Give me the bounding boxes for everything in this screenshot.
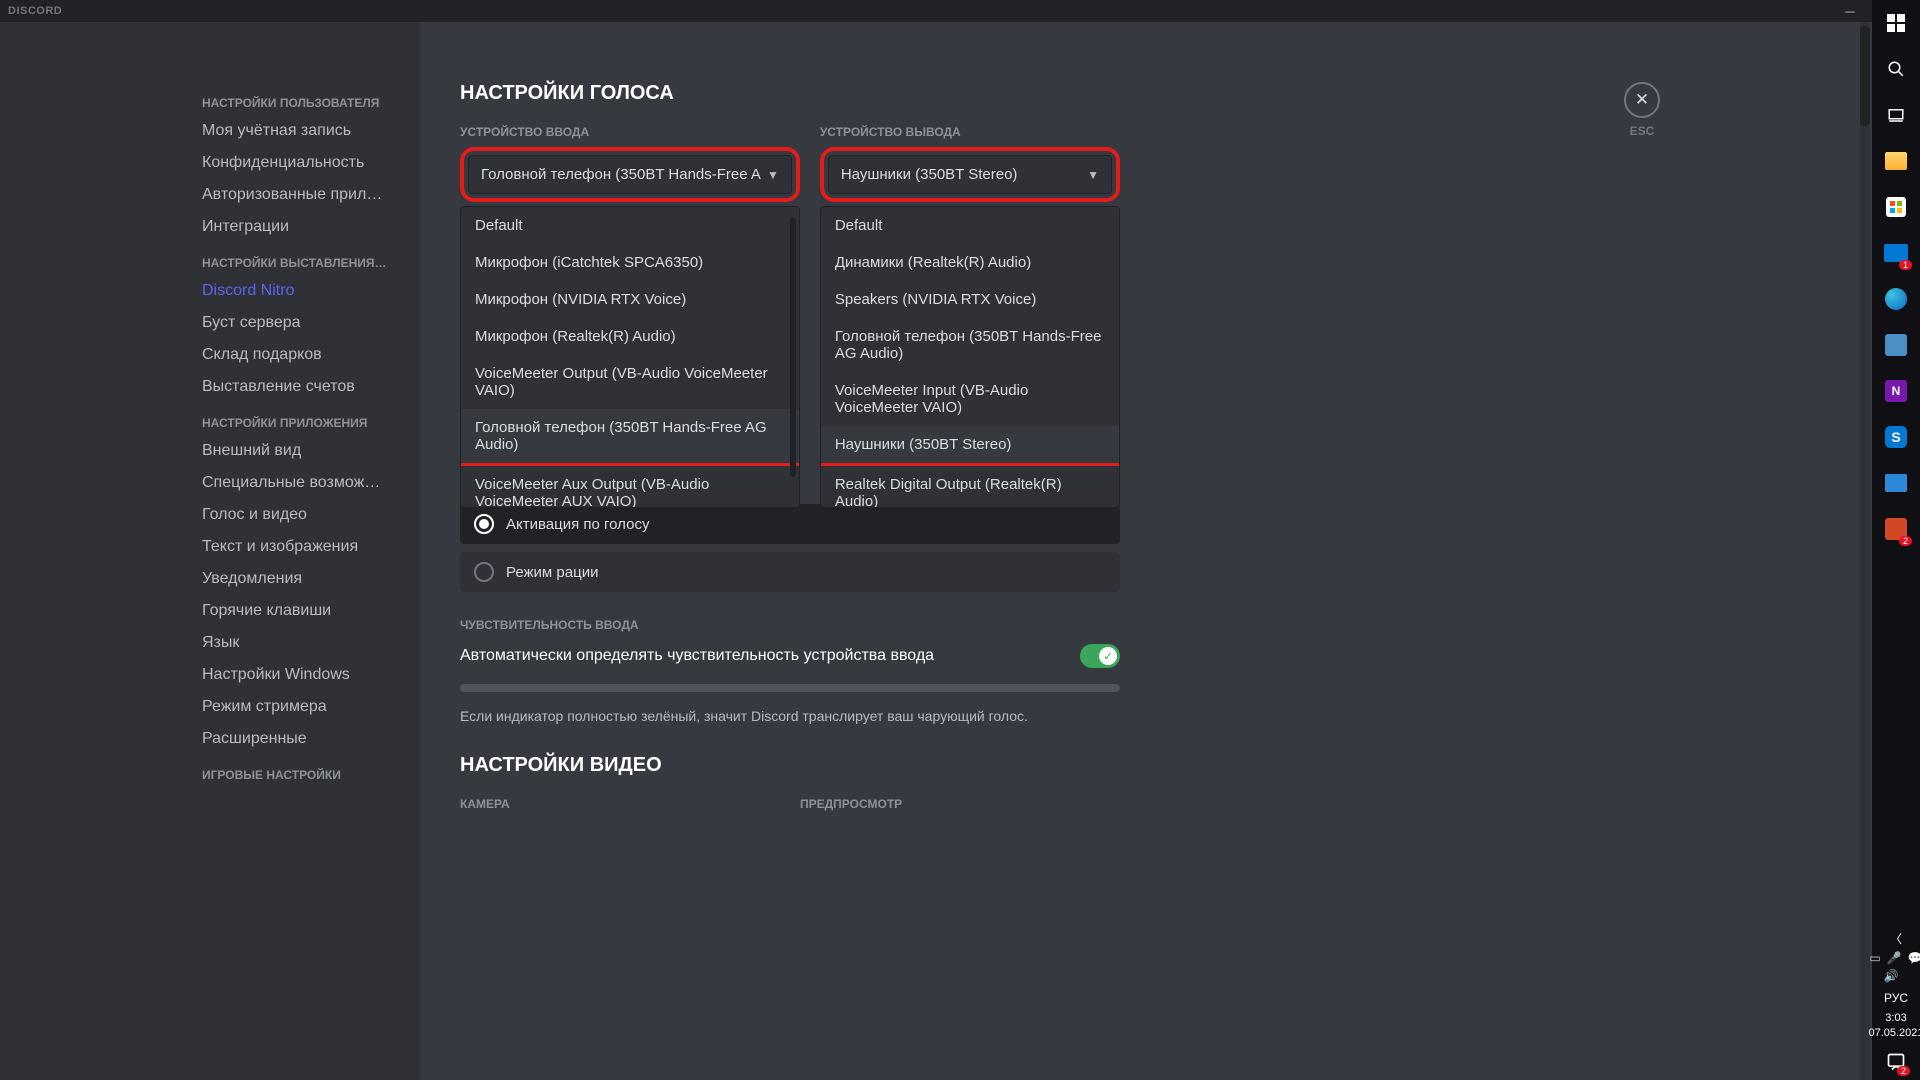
sidebar-item[interactable]: Интеграции (192, 212, 410, 242)
start-button[interactable] (1872, 0, 1920, 46)
annotation-output-highlight: Наушники (350BT Stereo) ▼ (820, 147, 1120, 202)
radio-label: Активация по голосу (506, 516, 649, 533)
input-device-selected: Головной телефон (350BT Hands-Free A (481, 166, 761, 183)
auto-sensitivity-toggle[interactable]: ✓ (1080, 644, 1120, 668)
tray-icons-row[interactable]: 🔊 (1884, 969, 1908, 983)
taskbar-app-1[interactable] (1872, 322, 1920, 368)
dropdown-option[interactable]: Default (461, 207, 799, 244)
voice-section-title: НАСТРОЙКИ ГОЛОСА (460, 82, 1120, 105)
radio-voice-activity[interactable]: Активация по голосу (460, 504, 1120, 544)
dropdown-option[interactable]: Speakers (NVIDIA RTX Voice) (821, 281, 1119, 318)
taskbar-app-3[interactable]: 2 (1872, 506, 1920, 552)
settings-sidebar: НАСТРОЙКИ ПОЛЬЗОВАТЕЛЯМоя учётная запись… (0, 22, 420, 1080)
dropdown-option[interactable]: Микрофон (Realtek(R) Audio) (461, 318, 799, 355)
search-icon[interactable] (1872, 46, 1920, 92)
main-scrollbar[interactable] (1860, 22, 1870, 1080)
sidebar-item[interactable]: Авторизованные прил… (192, 180, 410, 210)
sidebar-item[interactable]: Горячие клавиши (192, 596, 410, 626)
system-tray[interactable]: 〈 ▭🎤💬 🔊 (1869, 924, 1920, 989)
chevron-down-icon: ▼ (767, 168, 779, 182)
preview-label: ПРЕДПРОСМОТР (800, 797, 1120, 811)
windows-taskbar: 1 N S 2 〈 ▭🎤💬 🔊 РУС 3:03 07.05.2021 2 (1872, 0, 1920, 1080)
sidebar-item[interactable]: Режим стримера (192, 692, 410, 722)
sensitivity-note: Если индикатор полностью зелёный, значит… (460, 708, 1120, 724)
video-section-title: НАСТРОЙКИ ВИДЕО (460, 754, 1120, 777)
chevron-down-icon: ▼ (1087, 168, 1099, 182)
settings-main: ✕ ESC НАСТРОЙКИ ГОЛОСА УСТРОЙСТВО ВВОДА … (420, 22, 1920, 1080)
notification-center-icon[interactable]: 2 (1872, 1044, 1920, 1080)
dropdown-option[interactable]: Микрофон (iCatchtek SPCA6350) (461, 244, 799, 281)
output-device-selected: Наушники (350BT Stereo) (841, 166, 1018, 183)
sensitivity-bar (460, 684, 1120, 692)
dropdown-option[interactable]: Default (821, 207, 1119, 244)
taskbar-clock[interactable]: 3:03 07.05.2021 (1868, 1011, 1920, 1040)
output-device-select[interactable]: Наушники (350BT Stereo) ▼ (828, 155, 1112, 194)
taskbar-explorer[interactable] (1872, 138, 1920, 184)
taskbar-app-2[interactable] (1872, 460, 1920, 506)
language-indicator[interactable]: РУС (1884, 991, 1908, 1005)
sidebar-item[interactable]: Внешний вид (192, 436, 410, 466)
sidebar-item[interactable]: Конфиденциальность (192, 148, 410, 178)
titlebar: DISCORD ─ ☐ ✕ (0, 0, 1920, 22)
sensitivity-label: ЧУВСТВИТЕЛЬНОСТЬ ВВОДА (460, 618, 1120, 632)
task-view-icon[interactable] (1872, 92, 1920, 138)
tray-expand-icon[interactable]: 〈 (1890, 930, 1902, 947)
dropdown-option[interactable]: Realtek Digital Output (Realtek(R) Audio… (821, 466, 1119, 507)
camera-label: КАМЕРА (460, 797, 780, 811)
sidebar-item[interactable]: Расширенные (192, 724, 410, 754)
close-settings-button[interactable]: ✕ (1624, 82, 1660, 118)
minimize-button[interactable]: ─ (1836, 0, 1864, 22)
dropdown-option[interactable]: VoiceMeeter Input (VB-Audio VoiceMeeter … (821, 372, 1119, 426)
taskbar-skype[interactable]: S (1872, 414, 1920, 460)
output-device-dropdown: DefaultДинамики (Realtek(R) Audio)Speake… (820, 206, 1120, 508)
sidebar-item[interactable]: Discord Nitro (192, 276, 410, 306)
taskbar-store[interactable] (1872, 184, 1920, 230)
sidebar-item[interactable]: Язык (192, 628, 410, 658)
sidebar-item[interactable]: Буст сервера (192, 308, 410, 338)
sidebar-section-header: ИГРОВЫЕ НАСТРОЙКИ (192, 762, 410, 788)
sidebar-item[interactable]: Склад подарков (192, 340, 410, 370)
dropdown-option[interactable]: VoiceMeeter Aux Output (VB-Audio VoiceMe… (461, 466, 799, 507)
output-device-label: УСТРОЙСТВО ВЫВОДА (820, 125, 1120, 139)
sidebar-section-header: НАСТРОЙКИ ВЫСТАВЛЕНИЯ… (192, 250, 410, 276)
sidebar-item[interactable]: Моя учётная запись (192, 116, 410, 146)
sidebar-item[interactable]: Текст и изображения (192, 532, 410, 562)
close-label: ESC (1624, 124, 1660, 138)
taskbar-edge[interactable] (1872, 276, 1920, 322)
dropdown-option[interactable]: Наушники (350BT Stereo) (821, 426, 1119, 466)
radio-push-to-talk[interactable]: Режим рации (460, 552, 1120, 592)
sidebar-item[interactable]: Голос и видео (192, 500, 410, 530)
sidebar-item[interactable]: Выставление счетов (192, 372, 410, 402)
dropdown-option[interactable]: VoiceMeeter Output (VB-Audio VoiceMeeter… (461, 355, 799, 409)
taskbar-onenote[interactable]: N (1872, 368, 1920, 414)
dropdown-option[interactable]: Головной телефон (350BT Hands-Free AG Au… (821, 318, 1119, 372)
dropdown-option[interactable]: Динамики (Realtek(R) Audio) (821, 244, 1119, 281)
input-device-dropdown: DefaultМикрофон (iCatchtek SPCA6350)Микр… (460, 206, 800, 508)
sidebar-item[interactable]: Специальные возмож… (192, 468, 410, 498)
annotation-input-highlight: Головной телефон (350BT Hands-Free A ▼ (460, 147, 800, 202)
tray-icons-row[interactable]: ▭🎤💬 (1869, 951, 1920, 965)
input-device-select[interactable]: Головной телефон (350BT Hands-Free A ▼ (468, 155, 792, 194)
taskbar-mail[interactable]: 1 (1872, 230, 1920, 276)
dropdown-scrollbar[interactable] (790, 217, 796, 477)
sidebar-section-header: НАСТРОЙКИ ПРИЛОЖЕНИЯ (192, 410, 410, 436)
app-logo: DISCORD (8, 5, 62, 17)
check-icon: ✓ (1099, 647, 1117, 665)
radio-label: Режим рации (506, 564, 598, 581)
dropdown-option[interactable]: Головной телефон (350BT Hands-Free AG Au… (461, 409, 799, 466)
sidebar-section-header: НАСТРОЙКИ ПОЛЬЗОВАТЕЛЯ (192, 90, 410, 116)
dropdown-option[interactable]: Микрофон (NVIDIA RTX Voice) (461, 281, 799, 318)
auto-sensitivity-label: Автоматически определять чувствительност… (460, 647, 934, 665)
sidebar-item[interactable]: Уведомления (192, 564, 410, 594)
sidebar-item[interactable]: Настройки Windows (192, 660, 410, 690)
input-device-label: УСТРОЙСТВО ВВОДА (460, 125, 800, 139)
